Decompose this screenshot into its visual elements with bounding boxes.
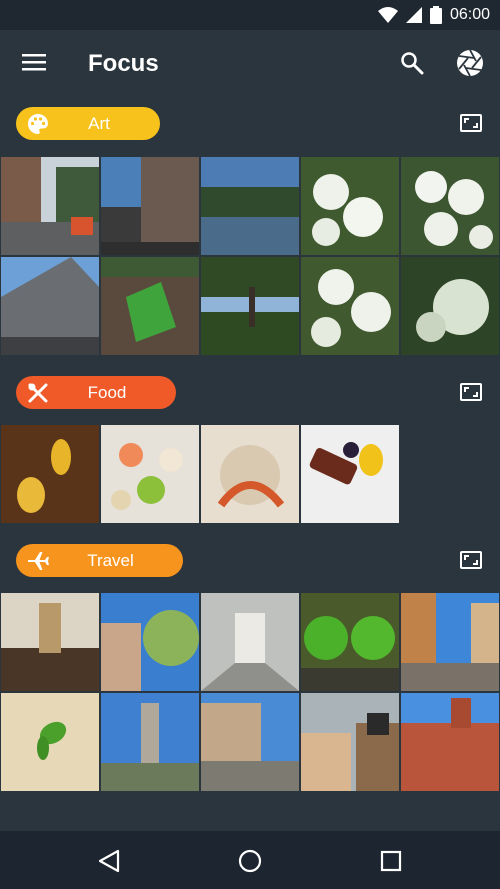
photo-thumbnail[interactable] bbox=[401, 593, 499, 691]
photo-thumbnail[interactable] bbox=[301, 593, 399, 691]
wifi-icon bbox=[377, 7, 398, 23]
navigation-bar bbox=[0, 831, 500, 889]
photo-thumbnail[interactable] bbox=[101, 593, 199, 691]
photo-thumbnail[interactable] bbox=[301, 425, 399, 523]
signal-icon bbox=[405, 7, 422, 23]
category-label: Travel bbox=[87, 551, 134, 570]
photo-thumbnail[interactable] bbox=[401, 693, 499, 791]
category-chip-food[interactable]: Food bbox=[16, 376, 176, 409]
photo-thumbnail[interactable] bbox=[301, 693, 399, 791]
photo-thumbnail[interactable] bbox=[401, 157, 499, 255]
photo-thumbnail[interactable] bbox=[1, 693, 99, 791]
expand-icon[interactable] bbox=[460, 381, 482, 403]
category-chip-travel[interactable]: Travel bbox=[16, 544, 183, 577]
aperture-icon[interactable] bbox=[456, 49, 484, 77]
category-label: Food bbox=[87, 383, 127, 402]
photo-thumbnail[interactable] bbox=[1, 257, 99, 355]
menu-icon[interactable] bbox=[22, 52, 46, 72]
home-icon[interactable] bbox=[237, 848, 263, 874]
expand-icon[interactable] bbox=[460, 549, 482, 571]
photo-thumbnail[interactable] bbox=[1, 157, 99, 255]
photo-thumbnail[interactable] bbox=[201, 593, 299, 691]
photo-thumbnail[interactable] bbox=[1, 425, 99, 523]
search-icon[interactable] bbox=[400, 51, 424, 75]
section-header-food: Food bbox=[0, 370, 500, 414]
photo-thumbnail[interactable] bbox=[201, 257, 299, 355]
photo-thumbnail[interactable] bbox=[301, 257, 399, 355]
expand-icon[interactable] bbox=[460, 112, 482, 134]
photo-thumbnail[interactable] bbox=[301, 157, 399, 255]
photo-thumbnail[interactable] bbox=[201, 425, 299, 523]
photo-thumbnail[interactable] bbox=[101, 257, 199, 355]
app-bar: Focus bbox=[0, 30, 500, 96]
photo-thumbnail[interactable] bbox=[101, 157, 199, 255]
photo-grid-travel bbox=[0, 593, 500, 791]
section-header-art: Art bbox=[0, 101, 500, 145]
photo-thumbnail[interactable] bbox=[101, 425, 199, 523]
photo-thumbnail[interactable] bbox=[101, 693, 199, 791]
recents-icon[interactable] bbox=[378, 848, 404, 874]
photo-thumbnail[interactable] bbox=[201, 157, 299, 255]
back-icon[interactable] bbox=[96, 848, 122, 874]
photo-thumbnail[interactable] bbox=[401, 257, 499, 355]
photo-thumbnail[interactable] bbox=[1, 593, 99, 691]
photo-grid-food bbox=[0, 425, 500, 523]
battery-icon bbox=[429, 6, 442, 24]
photo-thumbnail[interactable] bbox=[201, 693, 299, 791]
photo-grid-art bbox=[0, 157, 500, 355]
section-header-travel: Travel bbox=[0, 538, 500, 582]
category-label: Art bbox=[88, 114, 110, 133]
clock: 06:00 bbox=[449, 6, 490, 23]
status-bar: 06:00 bbox=[0, 0, 500, 30]
page-title: Focus bbox=[88, 50, 159, 77]
category-chip-art[interactable]: Art bbox=[16, 107, 160, 140]
